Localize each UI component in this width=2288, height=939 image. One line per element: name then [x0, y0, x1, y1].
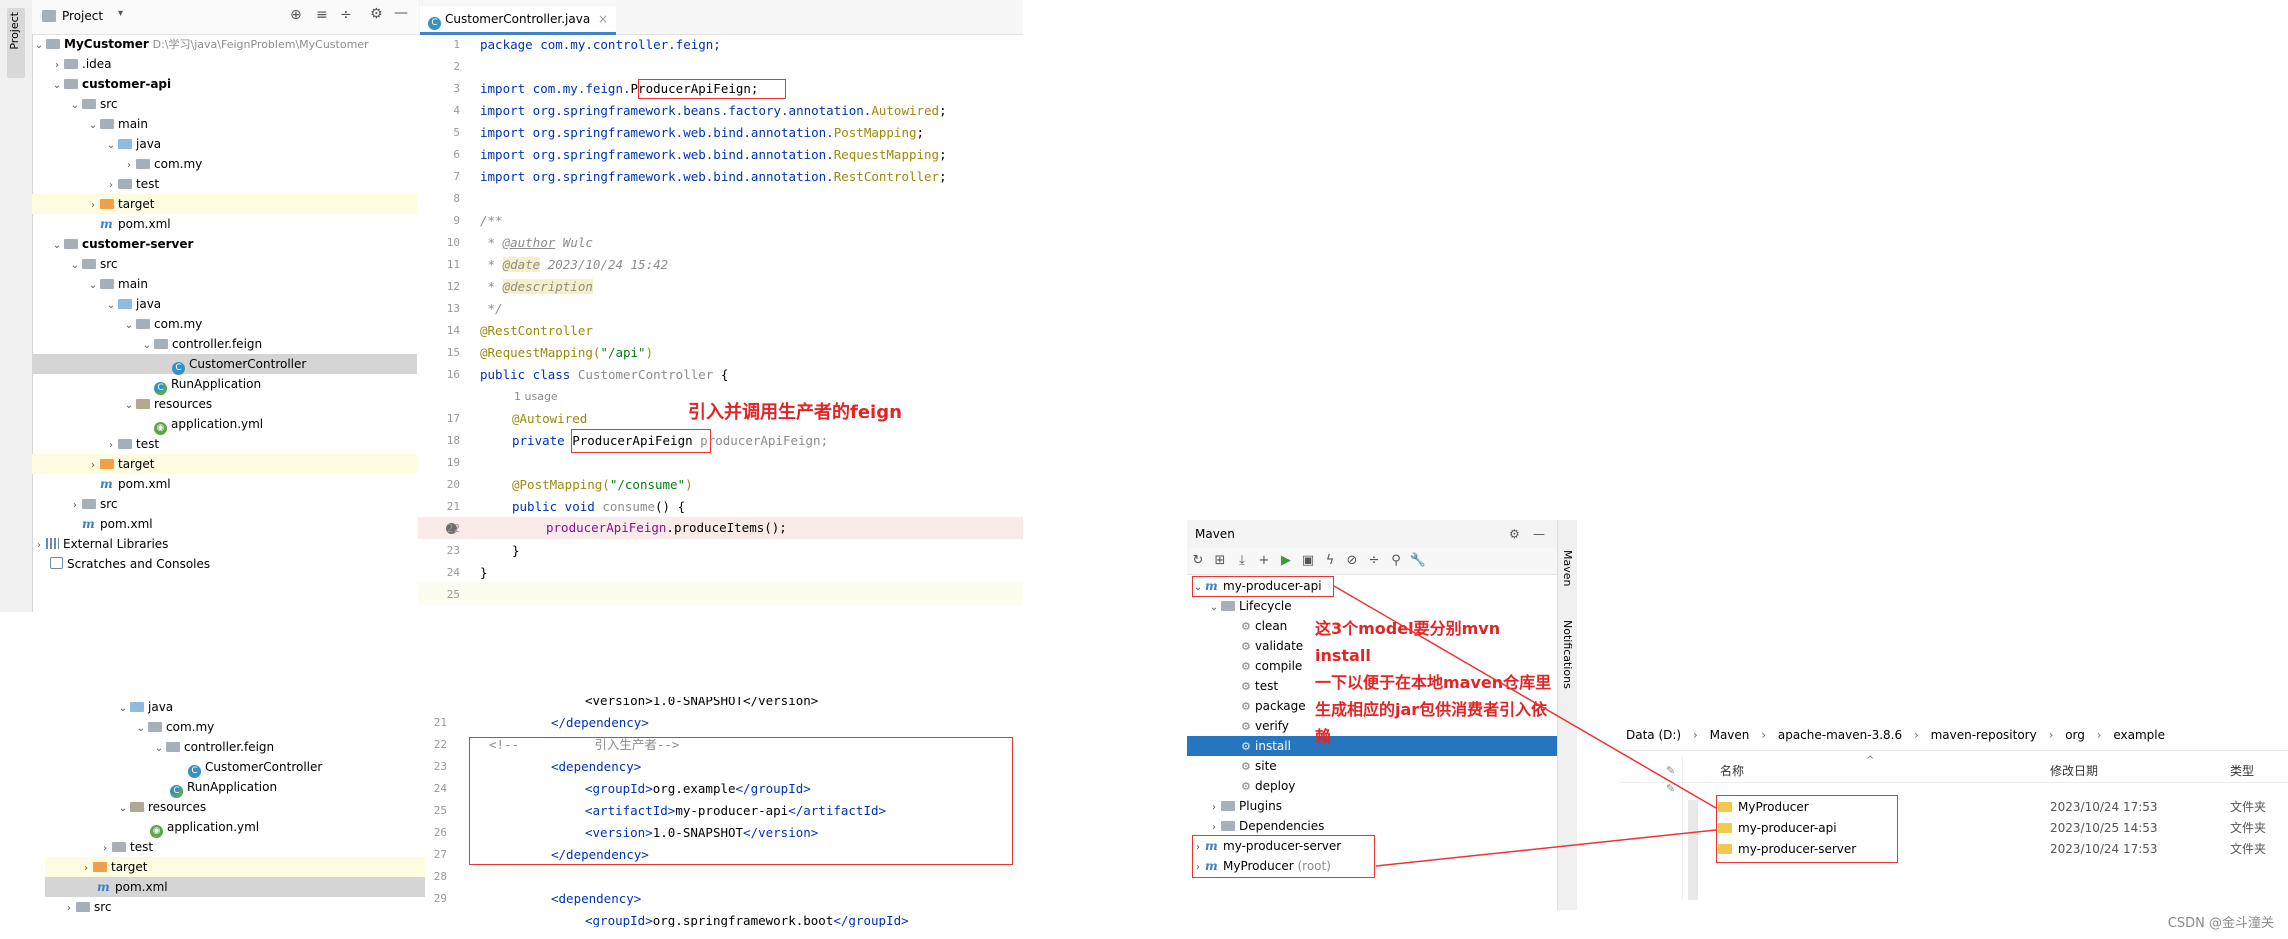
arrow-api-to-folder — [1333, 585, 1717, 809]
watermark: CSDN @金斗潼关 — [2167, 916, 2274, 931]
annotation-arrows — [1333, 585, 1717, 867]
arrow-modules-to-folders — [1375, 829, 1717, 867]
